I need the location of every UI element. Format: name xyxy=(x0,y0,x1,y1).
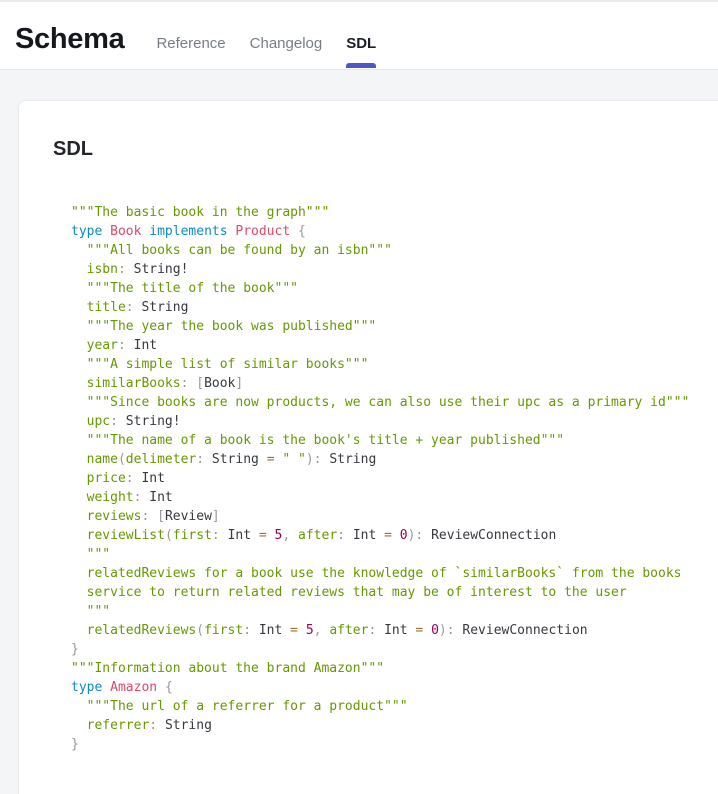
content-area: SDL """The basic book in the graph"""typ… xyxy=(0,70,718,794)
code-line: """The name of a book is the book's titl… xyxy=(71,431,706,450)
code-line: type Book implements Product { xyxy=(71,222,706,241)
schema-page-header: Schema Reference Changelog SDL xyxy=(0,2,718,70)
code-line: service to return related reviews that m… xyxy=(71,583,706,602)
tab-sdl[interactable]: SDL xyxy=(346,35,376,53)
code-line: price: Int xyxy=(71,469,706,488)
code-line: } xyxy=(71,640,706,659)
page-title: Schema xyxy=(15,24,124,56)
code-line: relatedReviews(first: Int = 5, after: In… xyxy=(71,621,706,640)
code-line: """All books can be found by an isbn""" xyxy=(71,241,706,260)
tab-sdl-label: SDL xyxy=(346,35,376,52)
code-line: isbn: String! xyxy=(71,260,706,279)
tab-reference[interactable]: Reference xyxy=(156,35,225,53)
code-line: """The basic book in the graph""" xyxy=(71,203,706,222)
code-line: """ xyxy=(71,545,706,564)
tab-bar: Reference Changelog SDL xyxy=(156,35,376,53)
active-tab-underline xyxy=(346,63,376,68)
code-line: year: Int xyxy=(71,336,706,355)
code-line: weight: Int xyxy=(71,488,706,507)
code-line: """Information about the brand Amazon""" xyxy=(71,659,706,678)
code-line: title: String xyxy=(71,298,706,317)
code-line: reviewList(first: Int = 5, after: Int = … xyxy=(71,526,706,545)
code-line: reviews: [Review] xyxy=(71,507,706,526)
sdl-code-block: """The basic book in the graph"""type Bo… xyxy=(71,203,706,754)
code-line: upc: String! xyxy=(71,412,706,431)
code-line: referrer: String xyxy=(71,716,706,735)
code-line: """A simple list of similar books""" xyxy=(71,355,706,374)
tab-changelog[interactable]: Changelog xyxy=(250,35,323,53)
code-line: """The url of a referrer for a product""… xyxy=(71,697,706,716)
sdl-card: SDL """The basic book in the graph"""typ… xyxy=(18,100,718,794)
sdl-card-heading: SDL xyxy=(53,137,706,161)
code-line: """The title of the book""" xyxy=(71,279,706,298)
code-line: similarBooks: [Book] xyxy=(71,374,706,393)
code-line: relatedReviews for a book use the knowle… xyxy=(71,564,706,583)
code-line: name(delimeter: String = " "): String xyxy=(71,450,706,469)
code-line: """The year the book was published""" xyxy=(71,317,706,336)
code-line: """ xyxy=(71,602,706,621)
code-line: type Amazon { xyxy=(71,678,706,697)
code-line: """Since books are now products, we can … xyxy=(71,393,706,412)
